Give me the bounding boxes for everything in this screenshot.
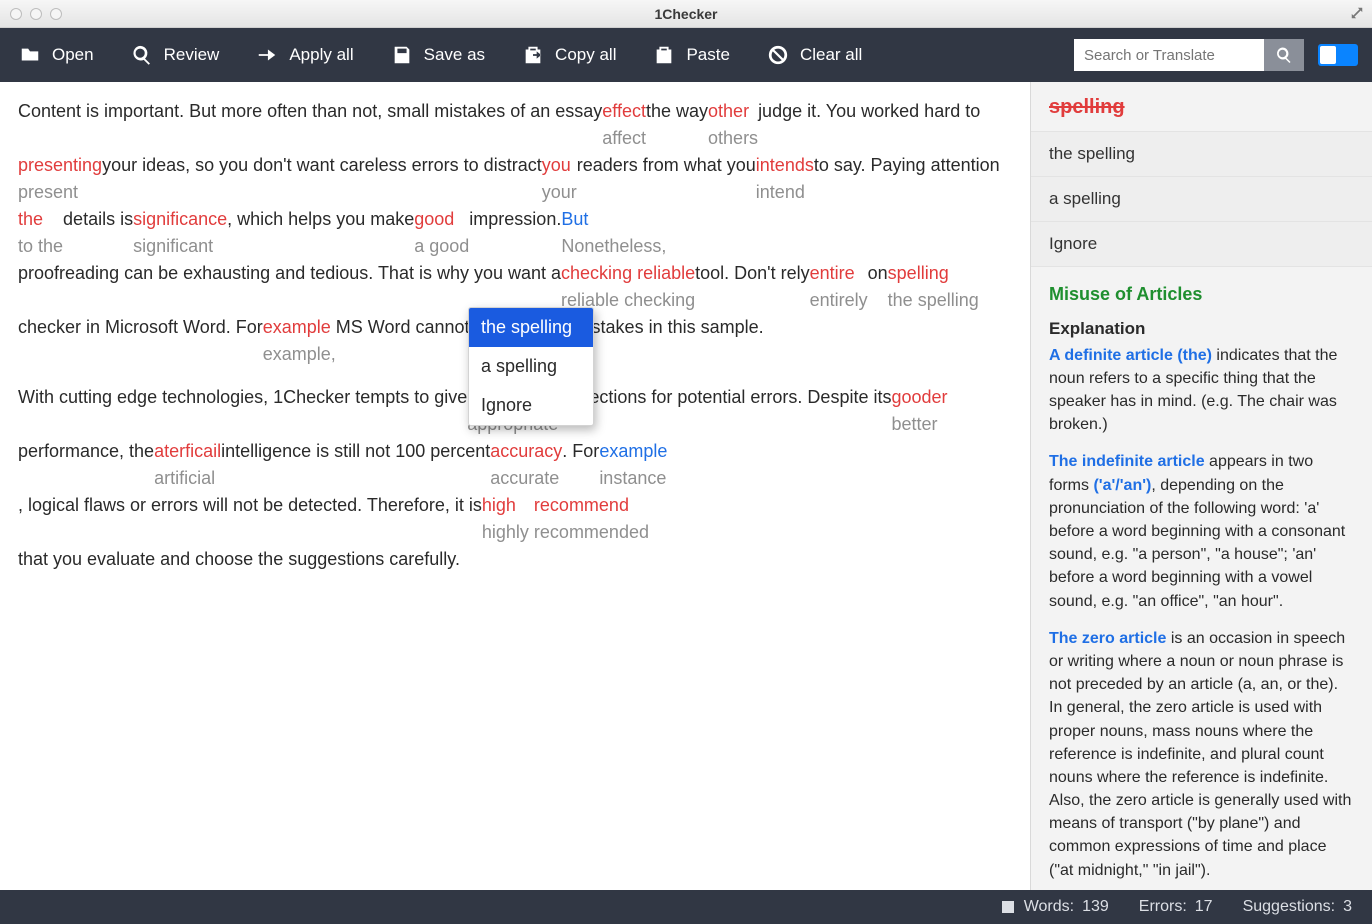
clipboard-paste-icon — [652, 44, 676, 66]
apply-all-label: Apply all — [289, 45, 353, 65]
text-token: corrections for potential errors. Despit… — [558, 384, 891, 438]
sidebar-para-definite: A definite article (the) indicates that … — [1049, 344, 1354, 437]
search-group — [1074, 39, 1304, 71]
plus-icon — [1000, 899, 1016, 915]
main-area: Content is important. But more often tha… — [0, 82, 1372, 890]
flagged-token[interactable]: highhighly — [482, 492, 529, 546]
text-token: on — [868, 260, 888, 314]
text-token: your ideas, so you don't want careless e… — [102, 152, 542, 206]
flagged-token[interactable]: effectaffect — [602, 98, 646, 152]
arrow-right-icon — [255, 44, 279, 66]
open-label: Open — [52, 45, 94, 65]
save-as-button[interactable]: Save as — [372, 28, 503, 82]
search-button[interactable] — [1264, 39, 1304, 71]
flagged-token[interactable]: otherothers — [708, 98, 758, 152]
flagged-token[interactable]: significancesignificant — [133, 206, 227, 260]
text-token: proofreading can be exhausting and tedio… — [18, 260, 561, 314]
flagged-token[interactable]: aterficailartificial — [154, 438, 221, 492]
flagged-token[interactable]: exampleinstance — [599, 438, 667, 492]
text-token: With cutting edge technologies, 1Checker… — [18, 384, 467, 438]
status-bar: Words: 139 Errors: 17 Suggestions: 3 — [0, 890, 1372, 924]
sidebar-rule-title: Misuse of Articles — [1049, 281, 1354, 307]
clipboard-copy-icon — [521, 44, 545, 66]
review-label: Review — [164, 45, 220, 65]
fullscreen-icon[interactable] — [1350, 6, 1364, 20]
flagged-token[interactable]: intendsintend — [756, 152, 814, 206]
text-token: checker in Microsoft Word. For — [18, 314, 263, 368]
sidebar-suggestion-item[interactable]: a spelling — [1031, 176, 1372, 221]
search-input[interactable] — [1074, 39, 1264, 71]
flagged-token[interactable]: accuracyaccurate — [490, 438, 562, 492]
suggestion-context-menu: the spellinga spellingIgnore — [468, 307, 594, 426]
suggestion-sidebar: spelling the spellinga spellingIgnore Mi… — [1030, 82, 1372, 890]
main-toolbar: Open Review Apply all Save as Copy all P… — [0, 28, 1372, 82]
flagged-token[interactable]: gooda good — [414, 206, 469, 260]
flagged-token[interactable]: checking reliablereliable checking — [561, 260, 695, 314]
clear-all-label: Clear all — [800, 45, 862, 65]
text-token: . For — [562, 438, 599, 492]
text-token: readers from what you — [577, 152, 756, 206]
sidebar-explanation-heading: Explanation — [1049, 317, 1354, 342]
status-errors: Errors: 17 — [1139, 898, 1213, 916]
text-token: that you evaluate and choose the suggest… — [18, 546, 460, 600]
flagged-token[interactable]: entireentirely — [810, 260, 868, 314]
sidebar-para-indefinite: The indefinite article appears in two fo… — [1049, 450, 1354, 612]
copy-all-label: Copy all — [555, 45, 616, 65]
open-button[interactable]: Open — [0, 28, 112, 82]
text-token: judge it. You worked hard to — [758, 98, 980, 152]
sidebar-para-zero: The zero article is an occasion in speec… — [1049, 627, 1354, 882]
clear-all-button[interactable]: Clear all — [748, 28, 880, 82]
text-token: to say. Paying attention — [814, 152, 1000, 206]
text-token: Content is important. But more often tha… — [18, 98, 602, 152]
sidebar-explanation: Misuse of Articles Explanation A definit… — [1031, 267, 1372, 890]
kw-indefinite: The indefinite article — [1049, 453, 1205, 470]
editor-pane[interactable]: Content is important. But more often tha… — [0, 82, 1030, 890]
text-token: , logical flaws or errors will not be de… — [18, 492, 482, 546]
flagged-token[interactable]: spellingthe spelling — [888, 260, 979, 314]
flagged-token[interactable]: presentingpresent — [18, 152, 102, 206]
window-title: 1Checker — [0, 6, 1372, 22]
kw-definite: A definite article (the) — [1049, 347, 1212, 364]
folder-icon — [18, 44, 42, 66]
text-token: details is — [63, 206, 133, 260]
sidebar-error-word: spelling — [1031, 82, 1372, 131]
flagged-token[interactable]: ButNonetheless, — [561, 206, 666, 260]
apply-all-button[interactable]: Apply all — [237, 28, 371, 82]
magnifier-icon — [130, 44, 154, 66]
flagged-token[interactable]: exampleexample, — [263, 314, 336, 368]
review-button[interactable]: Review — [112, 28, 238, 82]
context-menu-item[interactable]: the spelling — [469, 308, 593, 347]
context-menu-item[interactable]: a spelling — [469, 347, 593, 386]
kw-zero: The zero article — [1049, 630, 1166, 647]
kw-indefinite-forms: ('a'/'an') — [1093, 477, 1151, 494]
text-token: performance, the — [18, 438, 154, 492]
flagged-token[interactable]: gooderbetter — [891, 384, 947, 438]
paste-label: Paste — [686, 45, 729, 65]
flagged-token[interactable]: recommendrecommended — [534, 492, 649, 546]
status-suggestions: Suggestions: 3 — [1243, 898, 1352, 916]
clear-icon — [766, 44, 790, 66]
search-icon — [1275, 46, 1293, 64]
sidebar-suggestion-list: the spellinga spellingIgnore — [1031, 131, 1372, 267]
window-titlebar: 1Checker — [0, 0, 1372, 28]
sidebar-suggestion-item[interactable]: the spelling — [1031, 131, 1372, 176]
text-token: the way — [646, 98, 708, 152]
context-menu-item[interactable]: Ignore — [469, 386, 593, 425]
copy-all-button[interactable]: Copy all — [503, 28, 634, 82]
text-token: tool. Don't rely — [695, 260, 810, 314]
toggle-switch[interactable] — [1318, 44, 1358, 66]
save-icon — [390, 44, 414, 66]
flagged-token[interactable]: youyour — [542, 152, 577, 206]
text-token: intelligence is still not 100 percent — [221, 438, 490, 492]
text-token: , which helps you make — [227, 206, 414, 260]
sidebar-suggestion-item[interactable]: Ignore — [1031, 221, 1372, 267]
paste-button[interactable]: Paste — [634, 28, 747, 82]
status-words: Words: 139 — [1000, 898, 1109, 916]
save-as-label: Save as — [424, 45, 485, 65]
text-token: impression. — [469, 206, 561, 260]
flagged-token[interactable]: theto the — [18, 206, 63, 260]
